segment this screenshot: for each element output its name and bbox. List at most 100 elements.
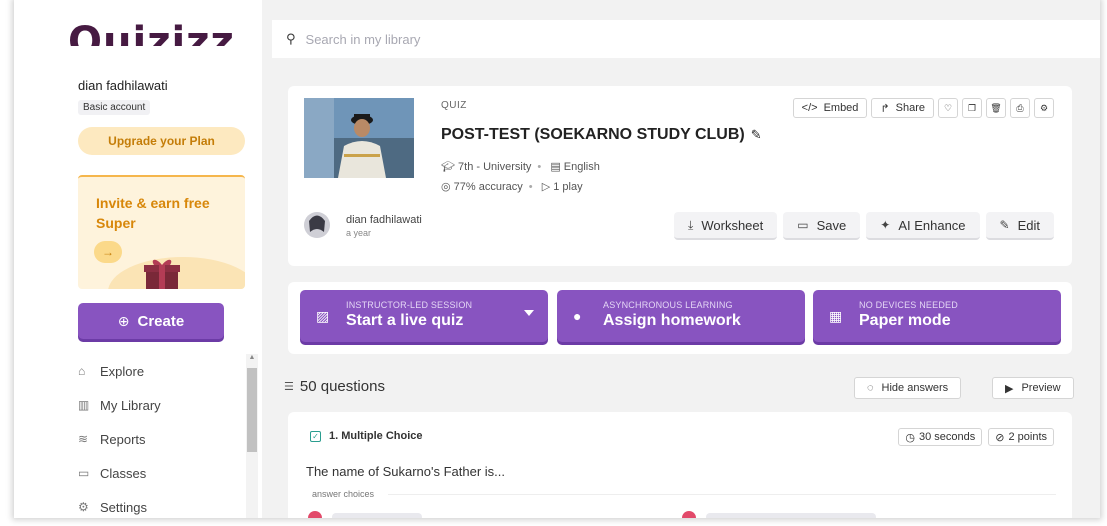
gift-icon [144,259,180,289]
quiz-title: POST-TEST (SOEKARNO STUDY CLUB) ✎ [441,126,762,143]
sparkle-icon: ✦ [880,218,891,232]
edit-button[interactable]: ✎ Edit [985,212,1054,240]
user-name: dian fadhilawati [78,78,168,93]
print-button[interactable]: ⎙ [1010,98,1030,118]
quiz-grade: 7th - University [458,161,532,173]
chevron-down-icon[interactable] [524,310,534,316]
quiz-card: QUIZ POST-TEST (SOEKARNO STUDY CLUB) ✎ 🎓︎… [288,86,1072,266]
hide-answers-button[interactable]: ◌ Hide answers [854,377,962,399]
like-button[interactable]: ♡ [938,98,958,118]
question-header: ✓ 1. Multiple Choice [310,430,423,442]
edit-icon: ✎ [999,218,1010,232]
gear-icon: ⚙ [1039,102,1049,113]
scroll-up-icon[interactable]: ▲ [247,354,257,364]
settings-button[interactable]: ⚙ [1034,98,1054,118]
quiz-top-actions: </> Embed ↱ Share ♡ ❐ 🗑︎ ⎙ ⚙ [792,98,1054,118]
search-input[interactable] [305,31,606,47]
paper-mode-button[interactable]: ▦ NO DEVICES NEEDED Paper mode [813,290,1061,342]
copy-button[interactable]: ❐ [962,98,982,118]
search-bar[interactable]: ⚲ [272,20,1100,58]
main-content: ⚲ QUIZ POST-TEST (SOEKARNO STUDY CLUB)✎ … [262,0,1100,518]
invite-earn-card[interactable]: Invite & earn free Super → [78,175,245,289]
classes-icon: ▭ [78,466,90,480]
target-icon: ◎ [441,181,451,193]
upgrade-plan-button[interactable]: Upgrade your Plan [78,127,245,155]
assign-homework-button[interactable]: ● ASYNCHRONOUS LEARNING Assign homework [557,290,805,342]
quiz-language: English [563,161,600,173]
heart-icon: ♡ [943,102,953,113]
time-tag[interactable]: ◷ 30 seconds [898,428,983,446]
avatar-image [304,212,330,238]
mode-title: Paper mode [859,312,951,329]
start-live-quiz-button[interactable]: ▨ INSTRUCTOR-LED SESSION Start a live qu… [300,290,548,342]
plus-circle-icon: ⊕ [117,313,130,329]
sidebar-item-my-library[interactable]: ▥ My Library [78,388,248,422]
mode-subtitle: NO DEVICES NEEDED [859,300,958,310]
sidebar-item-label: My Library [100,397,161,413]
share-button[interactable]: ↱ Share [871,98,934,118]
divider [388,494,1056,495]
sidebar-item-label: Reports [100,431,146,447]
mode-title: Start a live quiz [346,312,464,329]
checkbox-icon: ✓ [310,430,321,442]
library-icon: ▥ [78,398,90,412]
preview-button[interactable]: ▶ Preview [992,377,1074,399]
edit-pencil-icon[interactable]: ✎ [751,127,762,142]
sidebar-item-label: Settings [100,499,147,515]
sidebar-item-explore[interactable]: ⌂ Explore [78,354,248,388]
language-icon: ▤ [550,161,561,173]
eye-off-icon: ◌ [867,382,874,394]
quizizz-logo[interactable]: Quizizz [68,14,235,46]
answer-choices-label: answer choices [312,489,375,499]
sidebar-item-settings[interactable]: ⚙ Settings [78,490,248,518]
sidebar-item-classes[interactable]: ▭ Classes [78,456,248,490]
worksheet-button[interactable]: ⤓ Worksheet [674,212,778,240]
quiz-meta-grade-language: 🎓︎ 7th - University • ▤ English [441,161,600,173]
chart-icon: ≋ [78,432,89,446]
gear-icon: ⚙ [78,500,89,514]
author-time: a year [346,228,372,238]
clock-icon: ● [573,308,582,324]
invite-title: Invite & earn free Super [96,195,210,231]
graduation-cap-icon: 🎓︎ [441,161,455,173]
printer-icon: ⎙ [1016,102,1024,113]
embed-button[interactable]: </> Embed [792,98,868,118]
list-icon: ☰ [284,381,294,393]
ai-enhance-button[interactable]: ✦ AI Enhance [866,212,980,240]
answer-choice-text [332,513,422,518]
answer-choice-text [706,513,876,518]
download-icon: ⤓ [688,217,694,232]
trash-icon: 🗑︎ [990,102,1002,113]
sidebar: Quizizz dian fadhilawati Basic account U… [14,0,262,518]
mode-title: Assign homework [603,312,741,329]
author-avatar[interactable] [304,212,330,238]
app-window: Quizizz dian fadhilawati Basic account U… [14,0,1100,518]
quiz-accuracy: 77% accuracy [453,181,523,193]
question-card[interactable]: ✓ 1. Multiple Choice ◷ 30 seconds ⊘ 2 point… [288,412,1072,518]
create-button[interactable]: ⊕ Create [78,303,224,339]
save-button[interactable]: ▭ Save [783,212,861,240]
question-tags: ◷ 30 seconds ⊘ 2 points [898,428,1054,446]
qr-code-icon: ▦ [829,308,843,324]
sidebar-scrollbar[interactable]: ▲ [246,354,258,518]
presentation-icon: ▨ [316,308,330,324]
arrow-right-icon[interactable]: → [94,241,122,263]
quiz-meta-stats: ◎ 77% accuracy • ▷ 1 play [441,181,583,193]
quiz-plays: 1 play [553,181,583,193]
question-text: The name of Sukarno's Father is... [306,464,506,479]
delete-button[interactable]: 🗑︎ [986,98,1006,118]
question-count: ☰ 50 questions [284,378,385,395]
search-icon: ⚲ [286,31,296,46]
sidebar-item-reports[interactable]: ≋ Reports [78,422,248,456]
scroll-thumb[interactable] [247,368,257,452]
sidebar-item-label: Explore [100,363,145,379]
sidebar-item-label: Classes [100,465,147,481]
answer-marker [308,511,322,518]
clock-icon: ◷ [905,431,915,444]
check-circle-icon: ⊘ [995,431,1005,444]
author-name[interactable]: dian fadhilawati [346,214,422,226]
session-modes: ▨ INSTRUCTOR-LED SESSION Start a live qu… [288,282,1072,354]
points-tag[interactable]: ⊘ 2 points [988,428,1054,446]
mode-subtitle: ASYNCHRONOUS LEARNING [603,300,733,310]
mode-subtitle: INSTRUCTOR-LED SESSION [346,300,473,310]
